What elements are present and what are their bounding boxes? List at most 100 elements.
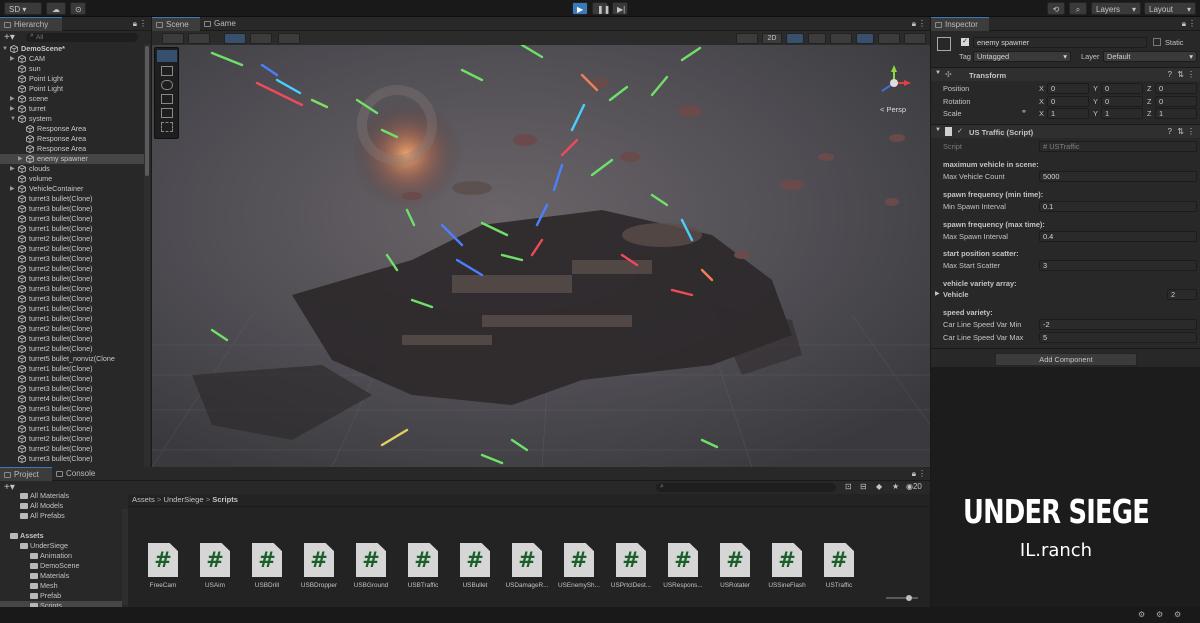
script-reference-field[interactable]: # USTraffic: [1039, 141, 1197, 152]
snap-button[interactable]: [278, 33, 300, 44]
project-tree-item[interactable]: All Models: [0, 501, 122, 511]
script-asset[interactable]: # USSineFlash: [764, 543, 810, 589]
hierarchy-item[interactable]: Point Light: [0, 84, 144, 94]
hierarchy-item[interactable]: ▶ clouds: [0, 164, 144, 174]
orientation-gizmo[interactable]: [874, 63, 914, 103]
speed-max-field[interactable]: 5: [1039, 332, 1197, 343]
hierarchy-item[interactable]: ▶ enemy spawner: [0, 154, 144, 164]
gizmos-button[interactable]: [904, 33, 926, 44]
toggle-2d-button[interactable]: 2D: [762, 33, 782, 44]
expand-arrow-icon[interactable]: ▶: [935, 290, 940, 297]
add-component-button[interactable]: Add Component: [995, 353, 1137, 366]
script-asset[interactable]: # USBGround: [348, 543, 394, 589]
menu-icon[interactable]: ⋮: [918, 469, 926, 478]
hierarchy-item[interactable]: turret2 bullet(Clone): [0, 244, 144, 254]
hierarchy-item[interactable]: turret1 bullet(Clone): [0, 374, 144, 384]
tab-project[interactable]: Project: [0, 467, 52, 481]
min-interval-field[interactable]: 0.1: [1039, 201, 1197, 212]
collapsed-arrow-icon[interactable]: ▶: [10, 104, 15, 114]
tag-icon[interactable]: ◆: [876, 482, 882, 491]
pause-button[interactable]: ❚❚: [592, 2, 610, 15]
tab-hierarchy[interactable]: Hierarchy: [0, 17, 62, 31]
axis-x-label[interactable]: X: [1039, 84, 1044, 93]
help-icon[interactable]: ?: [1168, 127, 1172, 136]
hierarchy-item[interactable]: turret3 bullet(Clone): [0, 294, 144, 304]
zoom-slider[interactable]: [886, 595, 918, 601]
script-asset[interactable]: # USEnemySh...: [556, 543, 602, 589]
hierarchy-item[interactable]: turret2 bullet(Clone): [0, 324, 144, 334]
hierarchy-item[interactable]: turret2 bullet(Clone): [0, 234, 144, 244]
hierarchy-item[interactable]: turret3 bullet(Clone): [0, 384, 144, 394]
transform-rotation-y-field[interactable]: 0: [1101, 95, 1143, 107]
add-icon[interactable]: +▾: [4, 32, 15, 43]
preset-icon[interactable]: ⇅: [1177, 70, 1184, 79]
hierarchy-item[interactable]: turret3 bullet(Clone): [0, 274, 144, 284]
project-tree-item[interactable]: All Prefabs: [0, 511, 122, 521]
menu-icon[interactable]: ⋮: [918, 19, 926, 28]
bug-icon[interactable]: ⚙: [1138, 610, 1145, 619]
tab-console[interactable]: Console: [52, 467, 104, 481]
lock-icon[interactable]: 🔒︎: [912, 469, 916, 479]
cloud-icon[interactable]: ☁: [46, 2, 66, 15]
menu-icon[interactable]: ⋮: [1188, 19, 1196, 28]
hierarchy-item[interactable]: turret5 bullet_nonviz(Clone: [0, 354, 144, 364]
expand-arrow-icon[interactable]: ▼: [935, 127, 941, 133]
layout-dropdown[interactable]: Layout ▾: [1144, 2, 1196, 15]
script-asset[interactable]: # USDamageR...: [504, 543, 550, 589]
hand-tool-icon[interactable]: [157, 50, 177, 62]
progress-icon[interactable]: ⚙: [1174, 610, 1181, 619]
script-asset[interactable]: # USAim: [192, 543, 238, 589]
hierarchy-item[interactable]: volume: [0, 174, 144, 184]
lock-icon[interactable]: 🔒︎: [133, 19, 137, 29]
project-search-input[interactable]: ⌕: [656, 483, 836, 492]
collapsed-arrow-icon[interactable]: ▶: [10, 54, 15, 64]
hierarchy-scrollbar[interactable]: [144, 44, 150, 467]
transform-tool-icon[interactable]: [161, 122, 173, 132]
hierarchy-item[interactable]: turret3 bullet(Clone): [0, 214, 144, 224]
script-asset[interactable]: # USBDrill: [244, 543, 290, 589]
hierarchy-item[interactable]: turret3 bullet(Clone): [0, 454, 144, 464]
tab-scene[interactable]: Scene: [152, 17, 200, 31]
hierarchy-item[interactable]: Response Area: [0, 134, 144, 144]
layers-dropdown[interactable]: Layers ▾: [1091, 2, 1141, 15]
constrain-proportions-icon[interactable]: ⚭: [1021, 108, 1027, 116]
project-tree-item[interactable]: UnderSiege: [0, 541, 122, 551]
axis-x-label[interactable]: X: [1039, 109, 1044, 118]
script-asset[interactable]: # USTraffic: [816, 543, 862, 589]
hierarchy-item[interactable]: turret1 bullet(Clone): [0, 224, 144, 234]
zoom-slider-handle[interactable]: [906, 595, 912, 601]
hierarchy-item[interactable]: turret1 bullet(Clone): [0, 304, 144, 314]
hierarchy-item[interactable]: ▶ scene: [0, 94, 144, 104]
script-asset[interactable]: # USBTraffic: [400, 543, 446, 589]
project-tree-item[interactable]: Animation: [0, 551, 122, 561]
filter-type-icon[interactable]: ⊡: [845, 482, 852, 491]
hierarchy-item[interactable]: turret1 bullet(Clone): [0, 424, 144, 434]
hierarchy-item[interactable]: turret2 bullet(Clone): [0, 264, 144, 274]
project-tree-item[interactable]: Materials: [0, 571, 122, 581]
lock-icon[interactable]: 🔒︎: [1182, 19, 1186, 29]
hierarchy-item[interactable]: sun: [0, 64, 144, 74]
project-tree-item[interactable]: Mesh: [0, 581, 122, 591]
transform-scale-x-field[interactable]: 1: [1047, 108, 1089, 119]
script-asset[interactable]: # USRotater: [712, 543, 758, 589]
hierarchy-item[interactable]: ▶ CAM: [0, 54, 144, 64]
speed-min-field[interactable]: -2: [1039, 319, 1197, 330]
project-tree-item[interactable]: All Materials: [0, 491, 122, 501]
rect-tool-icon[interactable]: [161, 108, 173, 118]
hierarchy-item[interactable]: turret3 bullet(Clone): [0, 414, 144, 424]
layer-dropdown[interactable]: Default ▾: [1103, 51, 1197, 62]
expanded-arrow-icon[interactable]: ▼: [10, 114, 16, 124]
transform-scale-y-field[interactable]: 1: [1101, 108, 1143, 119]
breadcrumb-undersiege[interactable]: UnderSiege: [163, 495, 203, 504]
rotate-tool-icon[interactable]: [161, 80, 173, 90]
transform-position-y-field[interactable]: 0: [1101, 83, 1143, 94]
menu-icon[interactable]: ⋮: [139, 19, 147, 28]
hierarchy-item[interactable]: Point Light: [0, 74, 144, 84]
collapsed-arrow-icon[interactable]: ▶: [10, 184, 15, 194]
play-button[interactable]: ▶: [572, 2, 588, 15]
shading-button[interactable]: [188, 33, 210, 44]
project-tree-item[interactable]: Assets: [0, 531, 122, 541]
help-icon[interactable]: ?: [1168, 70, 1172, 79]
perspective-label[interactable]: < Persp: [880, 105, 906, 114]
step-button[interactable]: ▶|: [612, 2, 628, 15]
